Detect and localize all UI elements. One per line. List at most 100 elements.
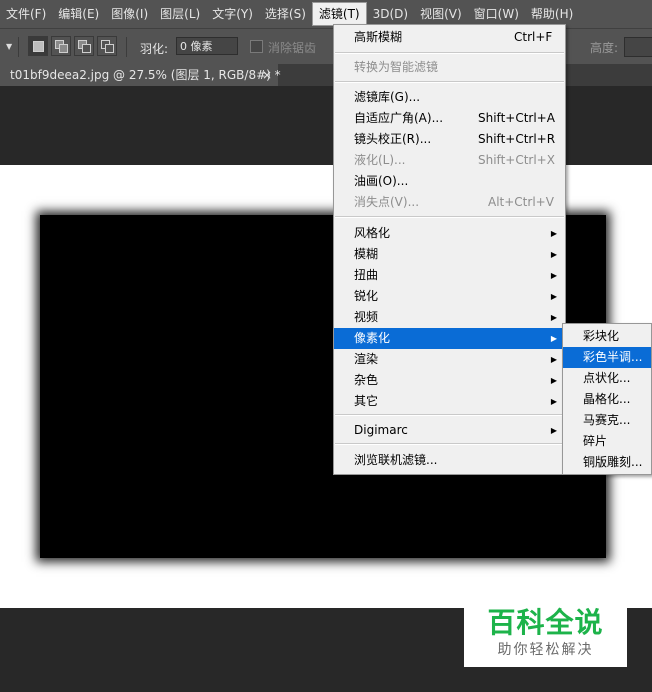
submenu-arrow-icon: ▶ [550,334,557,343]
submenu-arrow-icon: ▶ [550,271,557,280]
subtract-selection-button[interactable] [74,36,94,56]
menu-divider [335,216,564,218]
menu-file[interactable]: 文件(F) [0,2,52,26]
submenu-item-mezzotint[interactable]: 铜版雕刻... [563,452,651,473]
submenu-item-label: 彩块化 [583,329,620,343]
tool-preset-dropdown-icon[interactable]: ▼ [6,42,12,51]
menu-item-digimarc[interactable]: Digimarc ▶ [334,420,565,441]
menu-item-label: 自适应广角(A)... [354,111,444,125]
menu-item-stylize[interactable]: 风格化 ▶ [334,223,565,244]
menu-item-label: 高斯模糊 [354,30,403,44]
menu-item-label: 转换为智能滤镜 [354,60,439,74]
menu-item-label: 视频 [354,310,379,324]
menu-layer[interactable]: 图层(L) [154,2,206,26]
menu-item-gaussian-blur[interactable]: 高斯模糊 Ctrl+F [334,27,565,48]
menu-select[interactable]: 选择(S) [259,2,312,26]
menu-item-convert-smart-filter[interactable]: 转换为智能滤镜 [334,57,565,78]
menu-item-shortcut: Ctrl+F [514,30,553,44]
menu-item-label: 浏览联机滤镜... [354,453,438,467]
height-label: 高度: [590,41,619,55]
menu-item-label: 模糊 [354,247,379,261]
menu-image[interactable]: 图像(I) [105,2,154,26]
menu-item-other[interactable]: 其它 ▶ [334,391,565,412]
subtract-selection-icon [78,40,91,53]
submenu-arrow-icon: ▶ [550,229,557,238]
menu-filter[interactable]: 滤镜(T) [311,2,367,26]
submenu-item-label: 点状化... [583,371,631,385]
options-divider [126,37,127,57]
menu-divider [335,52,564,54]
submenu-item-label: 马赛克... [583,413,631,427]
menu-item-oil-paint[interactable]: 油画(O)... [334,171,565,192]
menu-item-render[interactable]: 渲染 ▶ [334,349,565,370]
feather-input[interactable] [176,37,238,55]
submenu-item-crystallize[interactable]: 晶格化... [563,389,651,410]
add-selection-button[interactable] [51,36,71,56]
menu-item-pixelate[interactable]: 像素化 ▶ [334,328,565,349]
menu-divider [335,81,564,83]
menu-item-label: 扭曲 [354,268,379,282]
add-selection-icon [55,40,68,53]
close-icon[interactable]: × [262,64,272,86]
menu-type[interactable]: 文字(Y) [206,2,259,26]
submenu-item-pointillize[interactable]: 点状化... [563,368,651,389]
menu-item-label: 液化(L)... [354,153,406,167]
menu-item-label: 像素化 [354,331,391,345]
intersect-selection-button[interactable] [97,36,117,56]
submenu-item-mosaic[interactable]: 马赛克... [563,410,651,431]
menu-divider [335,443,564,445]
menu-item-shortcut: Shift+Ctrl+A [478,111,555,125]
pixelate-submenu: 彩块化 彩色半调... 点状化... 晶格化... 马赛克... 碎片 铜版雕刻… [562,323,652,475]
submenu-arrow-icon: ▶ [550,292,557,301]
menu-item-label: 锐化 [354,289,379,303]
feather-label: 羽化: [140,42,169,56]
submenu-item-label: 铜版雕刻... [583,455,643,469]
height-input[interactable] [624,37,652,57]
new-selection-icon [32,40,44,52]
menu-help[interactable]: 帮助(H) [525,2,579,26]
antialias-checkbox[interactable] [250,40,263,53]
submenu-item-label: 彩色半调... [583,350,643,364]
menu-item-video[interactable]: 视频 ▶ [334,307,565,328]
menu-item-shortcut: Alt+Ctrl+V [488,195,554,209]
submenu-item-color-halftone[interactable]: 彩色半调... [563,347,651,368]
document-tab[interactable]: t01bf9deea2.jpg @ 27.5% (图层 1, RGB/8#) *… [0,64,281,86]
submenu-arrow-icon: ▶ [550,250,557,259]
menu-item-noise[interactable]: 杂色 ▶ [334,370,565,391]
menu-item-sharpen[interactable]: 锐化 ▶ [334,286,565,307]
document-tab-title: t01bf9deea2.jpg @ 27.5% (图层 1, RGB/8#) * [10,68,281,82]
menu-item-label: 镜头校正(R)... [354,132,432,146]
menu-item-distort[interactable]: 扭曲 ▶ [334,265,565,286]
menu-item-label: 杂色 [354,373,379,387]
submenu-arrow-icon: ▶ [550,376,557,385]
menu-item-label: Digimarc [354,423,408,437]
watermark-subtitle: 助你轻松解决 [497,642,594,658]
options-divider [18,37,19,57]
menu-item-blur[interactable]: 模糊 ▶ [334,244,565,265]
menu-window[interactable]: 窗口(W) [468,2,525,26]
menu-3d[interactable]: 3D(D) [367,2,414,26]
submenu-item-label: 碎片 [583,434,608,448]
watermark-title: 百科全说 [487,606,604,639]
menu-item-lens-correction[interactable]: 镜头校正(R)... Shift+Ctrl+R [334,129,565,150]
menu-item-shortcut: Shift+Ctrl+R [478,132,556,146]
new-selection-button[interactable] [28,36,48,56]
antialias-label: 消除锯齿 [268,41,317,55]
menu-view[interactable]: 视图(V) [414,2,468,26]
menu-item-filter-gallery[interactable]: 滤镜库(G)... [334,87,565,108]
menu-item-liquify[interactable]: 液化(L)... Shift+Ctrl+X [334,150,565,171]
submenu-item-label: 晶格化... [583,392,631,406]
menu-edit[interactable]: 编辑(E) [52,2,105,26]
submenu-item-fragment[interactable]: 碎片 [563,431,651,452]
menu-divider [335,414,564,416]
submenu-arrow-icon: ▶ [550,313,557,322]
submenu-arrow-icon: ▶ [550,397,557,406]
menu-item-adaptive-wide-angle[interactable]: 自适应广角(A)... Shift+Ctrl+A [334,108,565,129]
menu-item-label: 滤镜库(G)... [354,90,421,104]
menu-item-browse-filters-online[interactable]: 浏览联机滤镜... [334,450,565,471]
watermark: 百科全说 助你轻松解决 [464,603,627,667]
submenu-item-facet[interactable]: 彩块化 [563,326,651,347]
submenu-arrow-icon: ▶ [550,355,557,364]
menu-item-label: 油画(O)... [354,174,409,188]
menu-item-vanishing-point[interactable]: 消失点(V)... Alt+Ctrl+V [334,192,565,213]
